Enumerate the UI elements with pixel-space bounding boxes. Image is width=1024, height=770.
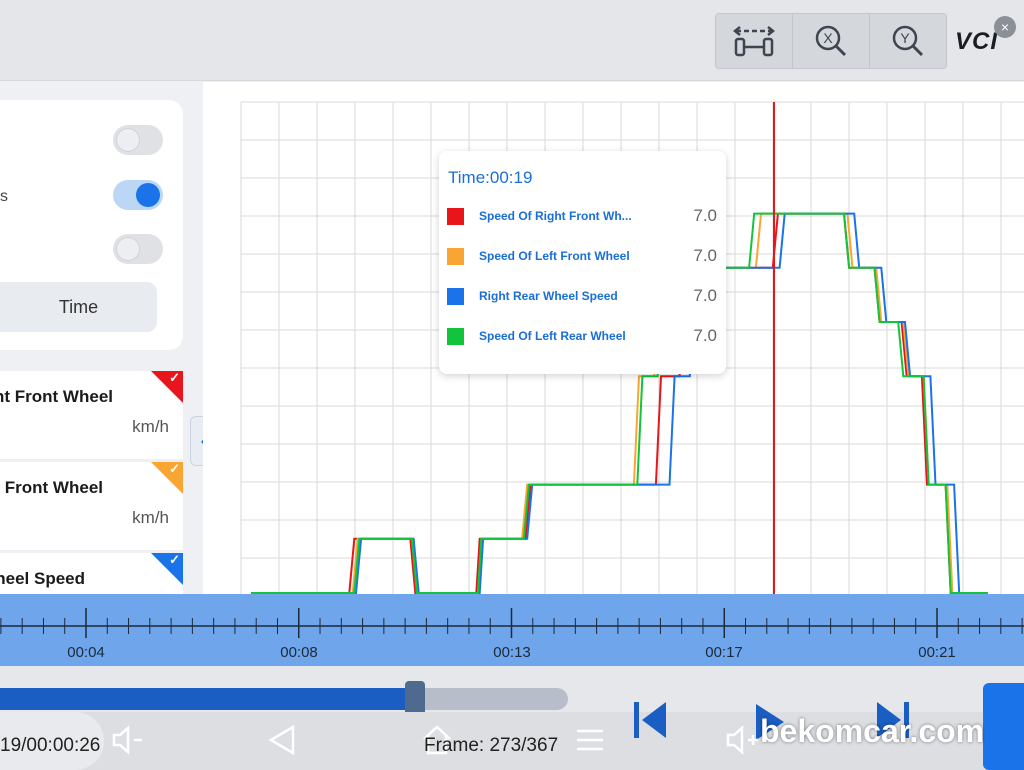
tooltip-time: Time:00:19 — [448, 168, 533, 187]
tooltip-series-name: Speed Of Left Rear Wheel — [479, 329, 626, 343]
zoom-y-icon: Y — [892, 25, 924, 57]
back-icon[interactable] — [265, 722, 299, 758]
watermark-text: bekomcar.com — [760, 713, 985, 749]
toggle-knob — [136, 183, 160, 207]
progress-fill — [0, 688, 415, 710]
signal-unit: km/h — [132, 417, 169, 436]
axis-expand-icon — [732, 26, 776, 57]
timeline-label: 00:17 — [705, 644, 743, 661]
check-icon: ✓ — [169, 552, 180, 567]
timeline-ruler[interactable]: 00:04 00:08 00:13 00:17 00:21 — [0, 594, 1024, 666]
signal-item-right-front[interactable]: nt Front Wheel km/h ✓ — [0, 370, 183, 459]
axis-expand-button[interactable] — [716, 14, 793, 68]
toggle-switch-1[interactable] — [113, 125, 163, 155]
tooltip-series-value: 7.0 — [693, 326, 717, 345]
settings-card: s Time — [0, 100, 183, 350]
tooltip-row: Right Rear Wheel Speed 7.0 — [447, 285, 717, 309]
tooltip-series-name: Right Rear Wheel Speed — [479, 289, 618, 303]
legend-swatch-blue — [447, 288, 464, 305]
skip-previous-icon[interactable] — [630, 698, 670, 742]
legend-swatch-green — [447, 328, 464, 345]
check-icon: ✓ — [169, 370, 180, 385]
signal-unit: km/h — [132, 508, 169, 527]
timeline-label: 00:21 — [918, 644, 956, 661]
menu-icon[interactable] — [574, 724, 606, 756]
vci-logo[interactable]: VCI — [955, 28, 998, 56]
signal-item-right-rear[interactable]: heel Speed ✓ — [0, 552, 183, 594]
tooltip-series-value: 7.0 — [693, 286, 717, 305]
tooltip-series-name: Speed Of Right Front Wh... — [479, 209, 632, 223]
progress-slider[interactable] — [0, 688, 568, 710]
zoom-x-button[interactable]: X — [793, 14, 870, 68]
top-toolbar: X Y VCI × — [0, 0, 1024, 81]
tooltip-row: Speed Of Left Front Wheel 7.0 — [447, 245, 717, 269]
timeline-label: 00:04 — [67, 644, 105, 661]
frame-counter: Frame: 273/367 — [424, 735, 559, 756]
tooltip-series-value: 7.0 — [693, 246, 717, 265]
toggle-knob — [116, 128, 140, 152]
timeline-label: 00:08 — [280, 644, 318, 661]
signal-name: Front Wheel — [4, 478, 103, 497]
zoom-x-icon: X — [815, 25, 847, 57]
volume-down-icon[interactable] — [110, 722, 146, 758]
data-tooltip: Time:00:19 Speed Of Right Front Wh... 7.… — [439, 151, 726, 374]
tooltip-row: Speed Of Left Rear Wheel 7.0 — [447, 325, 717, 349]
check-icon: ✓ — [169, 461, 180, 476]
timeline-label: 00:13 — [493, 644, 531, 661]
legend-swatch-orange — [447, 248, 464, 265]
tooltip-row: Speed Of Right Front Wh... 7.0 — [447, 205, 717, 229]
svg-text:Y: Y — [900, 30, 910, 46]
toggle-label-partial: s — [0, 188, 8, 205]
chart-tool-group: X Y — [715, 13, 947, 69]
tooltip-series-value: 7.0 — [693, 206, 717, 225]
toggle-knob — [116, 237, 140, 261]
signal-name: nt Front Wheel — [0, 387, 113, 406]
legend-swatch-red — [447, 208, 464, 225]
time-button[interactable]: Time — [0, 282, 157, 332]
volume-up-icon[interactable] — [724, 722, 764, 758]
playback-time: 19/00:00:26 — [0, 735, 101, 756]
tooltip-series-name: Speed Of Left Front Wheel — [479, 249, 630, 263]
side-action-button[interactable] — [983, 683, 1024, 770]
zoom-y-button[interactable]: Y — [870, 14, 946, 68]
svg-text:X: X — [823, 30, 833, 46]
signal-item-left-front[interactable]: Front Wheel km/h ✓ — [0, 461, 183, 550]
toggle-switch-2[interactable] — [113, 180, 163, 210]
vci-close-icon[interactable]: × — [994, 16, 1016, 38]
toggle-switch-3[interactable] — [113, 234, 163, 264]
signal-name: heel Speed — [0, 569, 85, 588]
